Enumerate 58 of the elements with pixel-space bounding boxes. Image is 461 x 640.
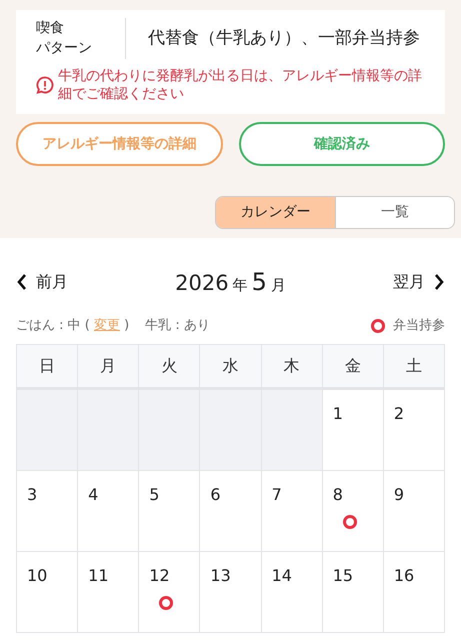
day-cell[interactable]: 14: [262, 552, 323, 633]
day-number: 3: [27, 484, 38, 506]
day-cell[interactable]: 8: [322, 470, 384, 552]
day-cell[interactable]: 2: [384, 390, 445, 471]
day-cell[interactable]: 1: [322, 390, 384, 471]
milk-setting-text: 牛乳 : あり: [145, 317, 210, 336]
day-cell[interactable]: 9: [384, 470, 445, 552]
day-number: 2: [394, 402, 406, 425]
day-cell[interactable]: 16: [384, 552, 445, 633]
month-unit: 月: [270, 275, 286, 296]
day-number: 14: [272, 564, 293, 587]
day-number: 4: [88, 484, 100, 506]
weekday-header: 水: [200, 344, 262, 390]
weekday-header: 土: [384, 344, 445, 390]
day-number: 8: [332, 484, 344, 506]
month-text: 5: [252, 267, 267, 298]
prev-month-link[interactable]: 前月: [16, 270, 68, 294]
day-number: 5: [149, 484, 160, 506]
day-number: 1: [332, 402, 344, 425]
year-unit: 年: [232, 275, 248, 296]
chevron-left-icon: [16, 273, 28, 292]
day-number: 12: [149, 564, 171, 587]
chevron-right-icon: [432, 273, 445, 292]
day-number: 11: [88, 564, 110, 587]
view-tab[interactable]: 一覧: [334, 197, 454, 228]
view-tab[interactable]: カレンダー: [216, 197, 334, 228]
day-cell[interactable]: 11: [78, 552, 140, 633]
day-cell[interactable]: 7: [262, 470, 323, 552]
weekday-header: 金: [322, 344, 384, 390]
weekday-header: 月: [78, 344, 140, 390]
bento-legend-text: 弁当持参: [393, 317, 445, 336]
day-cell[interactable]: 12: [139, 552, 200, 633]
meal-pattern-label: 喫食: [36, 19, 65, 38]
day-cell[interactable]: 3: [17, 470, 78, 552]
day-cell[interactable]: 15: [322, 552, 384, 633]
warning-message: 牛乳の代わりに発酵乳が出る日は、アレルギー情報等の詳細でご確認ください: [58, 66, 423, 104]
day-number: 13: [210, 564, 232, 587]
weekday-header: 日: [17, 344, 78, 390]
day-number: 6: [210, 484, 222, 506]
weekday-header: 木: [262, 344, 323, 390]
day-cell[interactable]: 6: [200, 470, 262, 552]
day-cell[interactable]: 13: [200, 552, 262, 633]
day-cell[interactable]: 4: [78, 470, 140, 552]
rice-setting-text: ごはん : 中 ( 変更 ): [16, 317, 130, 336]
day-number: 16: [394, 564, 416, 587]
meal-pattern-label: パターン: [36, 39, 93, 58]
year-text: 2026: [175, 270, 229, 298]
bento-ring-icon: [371, 319, 385, 334]
day-cell[interactable]: 10: [17, 552, 78, 633]
day-number: 9: [394, 484, 406, 506]
next-month-link[interactable]: 翌月: [392, 270, 445, 294]
day-number: 7: [272, 484, 283, 506]
day-number: 15: [332, 564, 354, 587]
day-number: 10: [27, 564, 48, 587]
weekday-header: 火: [139, 344, 200, 390]
day-cell[interactable]: 5: [139, 470, 200, 552]
meal-pattern-value: 代替食（牛乳あり）、一部弁当持参: [147, 26, 420, 50]
alert-icon: [36, 76, 54, 94]
